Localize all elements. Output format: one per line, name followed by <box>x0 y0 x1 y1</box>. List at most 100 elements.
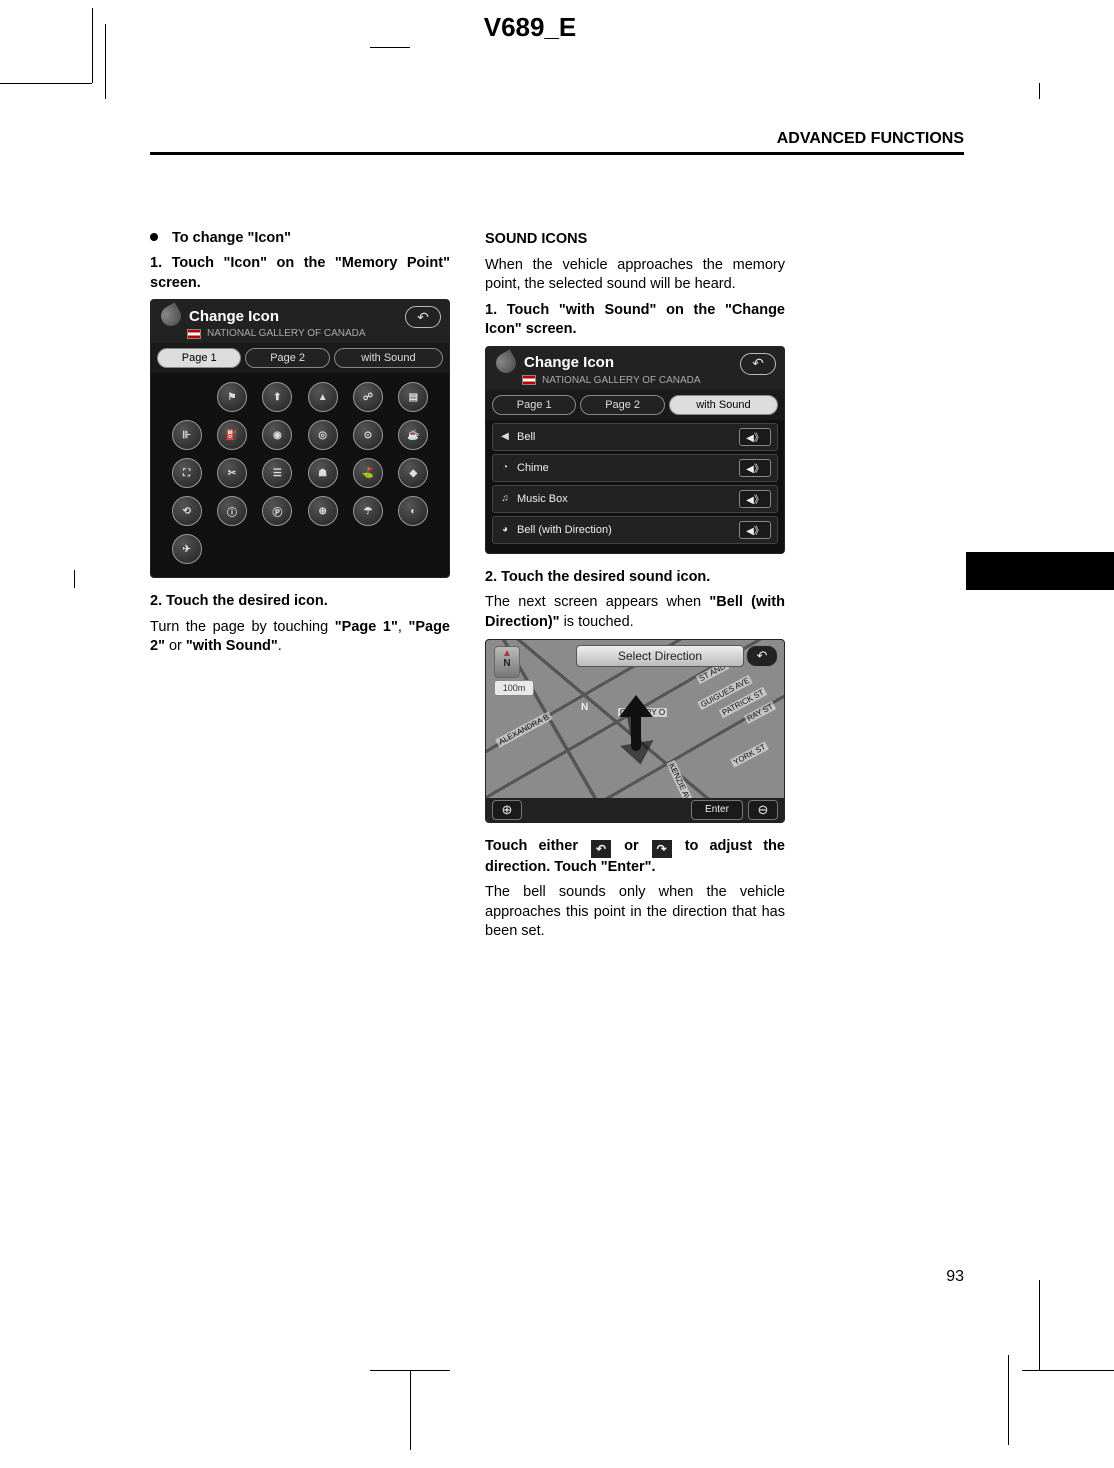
flag-icon <box>522 375 536 385</box>
body-text: The bell sounds only when the vehicle ap… <box>485 883 785 942</box>
icon-option[interactable]: ☂ <box>353 496 383 526</box>
icon-grid: ⚑ ⬆ ▲ ☍ ▤ ⊪ ⛽ ◉ ◎ ⊙ ☕ ⛶ ✂ ☰ ☗ ⛳ ◆ ⟲ ⓘ Ⓟ … <box>151 373 449 577</box>
crop-mark <box>0 83 92 84</box>
shot-title: Change Icon <box>189 308 279 325</box>
intro-text: When the vehicle approaches the memory p… <box>485 256 785 295</box>
zoom-out-button[interactable]: ⊖ <box>748 800 778 820</box>
sound-row-chime[interactable]: ◔ Chime ◀》 <box>492 454 778 482</box>
icon-option[interactable]: ⊪ <box>172 420 202 450</box>
icon-option[interactable]: Ⓟ <box>262 496 292 526</box>
sound-row-bell-direction[interactable]: ◕ Bell (with Direction) ◀》 <box>492 516 778 544</box>
tab-page-2[interactable]: Page 2 <box>245 348 329 368</box>
rotate-left-icon: ↶ <box>591 840 611 858</box>
icon-option[interactable]: ☍ <box>353 382 383 412</box>
section-rule <box>150 152 964 155</box>
rotate-right-icon: ↷ <box>652 840 672 858</box>
icon-option[interactable]: ⛽ <box>217 420 247 450</box>
right-column: SOUND ICONS When the vehicle approaches … <box>485 230 785 948</box>
sound-list: ◀ Bell ◀》 ◔ Chime ◀》 ♫Music Box ◀》 ◕ Bell (… <box>486 420 784 553</box>
back-button[interactable]: ↶ <box>740 353 776 375</box>
crop-mark <box>1022 1370 1114 1371</box>
bell-icon: ◀ <box>499 431 511 443</box>
icon-option[interactable]: ◎ <box>308 420 338 450</box>
crop-mark <box>74 570 75 588</box>
tab-page-1[interactable]: Page 1 <box>492 395 576 415</box>
crop-mark <box>1039 1280 1040 1370</box>
tab-with-sound[interactable]: with Sound <box>334 348 443 368</box>
map-title: Select Direction <box>576 645 744 667</box>
play-button[interactable]: ◀》 <box>739 459 771 477</box>
bell-direction-icon: ◕ <box>499 524 511 536</box>
shot-subtitle: NATIONAL GALLERY OF CANADA <box>151 328 449 343</box>
sound-row-bell[interactable]: ◀ Bell ◀》 <box>492 423 778 451</box>
icon-option[interactable]: ☕ <box>398 420 428 450</box>
page-number: 93 <box>946 1268 964 1286</box>
icon-option[interactable]: ⟲ <box>172 496 202 526</box>
left-column: To change "Icon" 1. Touch "Icon" on the … <box>150 230 450 663</box>
shot-title: Change Icon <box>524 354 614 371</box>
back-button[interactable]: ↶ <box>405 306 441 328</box>
crop-mark <box>105 24 106 99</box>
tab-row: Page 1 Page 2 with Sound <box>151 343 449 373</box>
subtitle-text: NATIONAL GALLERY OF CANADA <box>542 375 701 386</box>
sound-label: Bell <box>517 431 535 443</box>
direction-arrow <box>615 697 655 757</box>
icon-option[interactable]: ☗ <box>308 458 338 488</box>
bullet-icon <box>150 233 158 241</box>
zoom-in-button[interactable]: ⊕ <box>492 800 522 820</box>
doc-header: V689_E <box>400 12 660 43</box>
sound-icons-heading: SOUND ICONS <box>485 230 785 250</box>
bullet-heading: To change "Icon" <box>150 230 450 246</box>
play-button[interactable]: ◀》 <box>739 428 771 446</box>
scale-indicator[interactable]: 100m <box>494 680 534 696</box>
leaf-icon <box>492 349 519 376</box>
step-2: 2. Touch the desired icon. <box>150 592 450 612</box>
compass-icon[interactable]: ▲N <box>494 646 520 678</box>
icon-option[interactable]: ◐ <box>398 496 428 526</box>
icon-option[interactable]: ▤ <box>398 382 428 412</box>
enter-button[interactable]: Enter <box>691 800 743 820</box>
sound-label: Music Box <box>517 493 568 505</box>
side-tab <box>966 552 1114 590</box>
icon-option[interactable]: ⛶ <box>172 458 202 488</box>
icon-option[interactable]: ⊕ <box>308 496 338 526</box>
leaf-icon <box>157 302 184 329</box>
icon-option[interactable]: ⛳ <box>353 458 383 488</box>
icon-option[interactable]: ✈ <box>172 534 202 564</box>
back-button[interactable]: ↶ <box>746 645 778 667</box>
icon-option[interactable]: ⬆ <box>262 382 292 412</box>
icon-option[interactable]: ✂ <box>217 458 247 488</box>
shot-header: Change Icon ↶ <box>486 347 784 375</box>
sound-label: Chime <box>517 462 549 474</box>
section-header: ADVANCED FUNCTIONS <box>777 130 964 148</box>
icon-option[interactable]: ▲ <box>308 382 338 412</box>
play-button[interactable]: ◀》 <box>739 490 771 508</box>
bullet-text: To change "Icon" <box>172 230 291 246</box>
screenshot-select-direction: ST AND GUIGUES AVE PATRICK ST RAY ST YOR… <box>485 639 785 823</box>
tab-page-2[interactable]: Page 2 <box>580 395 664 415</box>
crop-mark <box>370 1370 450 1371</box>
icon-option[interactable]: ☰ <box>262 458 292 488</box>
step-1: 1. Touch "Icon" on the "Memory Point" sc… <box>150 254 450 293</box>
chime-icon: ◔ <box>499 462 511 474</box>
icon-option[interactable]: ⓘ <box>217 496 247 526</box>
flag-icon <box>187 329 201 339</box>
icon-option[interactable]: ◉ <box>262 420 292 450</box>
sound-row-musicbox[interactable]: ♫Music Box ◀》 <box>492 485 778 513</box>
icon-option[interactable]: ⊙ <box>353 420 383 450</box>
map-footer: ⊕ Enter ⊖ <box>486 798 784 822</box>
north-indicator: N <box>581 702 588 713</box>
icon-option[interactable]: ◆ <box>398 458 428 488</box>
screenshot-change-icon-grid: Change Icon ↶ NATIONAL GALLERY OF CANADA… <box>150 299 450 578</box>
play-button[interactable]: ◀》 <box>739 521 771 539</box>
tab-page-1[interactable]: Page 1 <box>157 348 241 368</box>
tab-with-sound[interactable]: with Sound <box>669 395 778 415</box>
step-2: 2. Touch the desired sound icon. <box>485 568 785 588</box>
subtitle-text: NATIONAL GALLERY OF CANADA <box>207 328 366 339</box>
sound-label: Bell (with Direction) <box>517 524 612 536</box>
icon-option[interactable]: ⚑ <box>217 382 247 412</box>
step-1: 1. Touch "with Sound" on the "Change Ico… <box>485 301 785 340</box>
screenshot-change-icon-sound: Change Icon ↶ NATIONAL GALLERY OF CANADA… <box>485 346 785 554</box>
shot-subtitle: NATIONAL GALLERY OF CANADA <box>486 375 784 390</box>
body-text: Turn the page by touching "Page 1", "Pag… <box>150 618 450 657</box>
